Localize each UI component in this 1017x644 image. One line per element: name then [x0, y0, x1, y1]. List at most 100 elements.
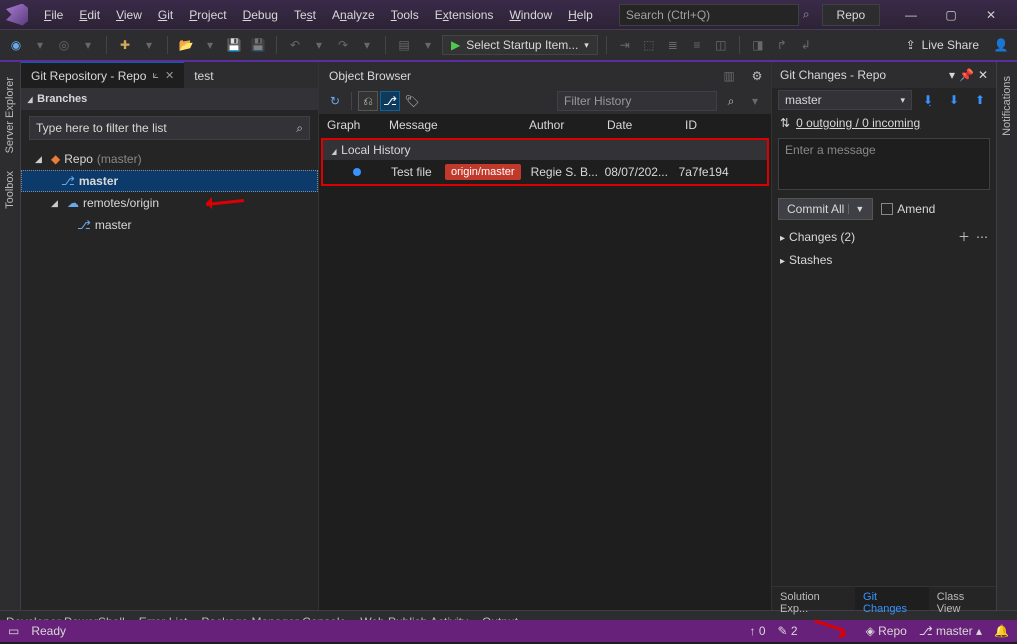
- menu-help[interactable]: Help: [560, 4, 601, 26]
- tree-node-remotes[interactable]: ◢ ☁ remotes/origin: [21, 192, 318, 214]
- tree-node-repo-root[interactable]: ◢ ◆ Repo (master): [21, 148, 318, 170]
- branch-filter-input[interactable]: Type here to filter the list ⌕: [29, 116, 310, 140]
- preview-icon[interactable]: ▥: [719, 66, 739, 86]
- feedback-icon[interactable]: 👤: [991, 35, 1011, 55]
- commit-row[interactable]: Test file origin/master Regie S. B... 08…: [323, 160, 767, 184]
- gear-icon[interactable]: ⚙: [747, 66, 767, 86]
- main-toolbar: ◉▾ ◎▾ ✚▾ 📂▾ 💾 💾 ↶▾ ↷▾ ▤ ▾ ▶ Select Start…: [0, 30, 1017, 62]
- graph-icon[interactable]: ⎌: [358, 91, 378, 111]
- maximize-button[interactable]: ▢: [931, 1, 971, 29]
- menu-edit[interactable]: Edit: [71, 4, 108, 26]
- tree-node-master[interactable]: ⎇ master: [21, 170, 318, 192]
- search-dd-icon[interactable]: ▾: [745, 91, 765, 111]
- commit-message: Test file: [391, 165, 441, 179]
- origin-badge: origin/master: [445, 164, 521, 180]
- minimize-button[interactable]: ―: [891, 1, 931, 29]
- branches-header[interactable]: Branches: [21, 88, 318, 110]
- server-explorer-tab[interactable]: Server Explorer: [1, 68, 19, 162]
- pin-icon[interactable]: ⟀: [152, 69, 159, 82]
- tab-test[interactable]: test: [184, 62, 223, 88]
- bell-icon[interactable]: 🔔: [994, 624, 1009, 638]
- more-icon[interactable]: ⋯: [976, 230, 988, 244]
- nav-back-dd[interactable]: ▾: [30, 35, 50, 55]
- amend-checkbox[interactable]: Amend: [881, 202, 935, 216]
- fetch-icon[interactable]: ⬇̣: [918, 90, 938, 110]
- open-icon[interactable]: 📂: [176, 35, 196, 55]
- pending-changes[interactable]: ✎ 2: [778, 624, 798, 638]
- pin-icon[interactable]: 📌: [959, 68, 974, 82]
- menu-window[interactable]: Window: [501, 4, 560, 26]
- branch-dropdown[interactable]: master ▾: [778, 90, 912, 110]
- new-item-icon[interactable]: ✚: [115, 35, 135, 55]
- menu-debug[interactable]: Debug: [235, 4, 286, 26]
- save-all-icon[interactable]: 💾: [248, 35, 268, 55]
- tab-solution-explorer[interactable]: Solution Exp...: [772, 587, 855, 610]
- tab-git-changes[interactable]: Git Changes: [855, 587, 929, 610]
- menu-file[interactable]: FFileile: [36, 4, 71, 26]
- stage-all-icon[interactable]: ＋: [958, 228, 970, 245]
- status-branch[interactable]: ⎇ master ▴: [919, 624, 982, 638]
- startup-selector[interactable]: ▶ Select Startup Item... ▾: [442, 35, 598, 55]
- search-input[interactable]: Search (Ctrl+Q): [619, 4, 799, 26]
- branch-graph-icon[interactable]: ⎇: [380, 91, 400, 111]
- search-icon[interactable]: ⌕: [721, 91, 741, 111]
- bookmark-icon: ◨: [748, 35, 768, 55]
- repo-icon: ◆: [51, 152, 60, 166]
- window-menu-icon[interactable]: ▾: [949, 68, 955, 82]
- branch-bar: master ▾ ⬇̣ ⬇ ⬆: [772, 88, 996, 112]
- commit-message-input[interactable]: Enter a message: [778, 138, 990, 190]
- close-button[interactable]: ✕: [971, 1, 1011, 29]
- share-icon: ⇪: [906, 38, 916, 52]
- commit-dot-icon: [353, 168, 361, 176]
- tab-object-browser[interactable]: Object Browser: [319, 62, 421, 88]
- local-history-header[interactable]: Local History: [323, 140, 767, 160]
- close-icon[interactable]: ✕: [978, 68, 988, 82]
- menu-analyze[interactable]: Analyze: [324, 4, 383, 26]
- stashes-section[interactable]: Stashes: [772, 249, 996, 271]
- annotation-arrow: [206, 198, 256, 208]
- tree-node-remote-master[interactable]: ⎇ master: [21, 214, 318, 236]
- refresh-icon[interactable]: ↻: [325, 91, 345, 111]
- chevron-down-icon[interactable]: ▼: [848, 204, 864, 214]
- menu-tools[interactable]: Tools: [383, 4, 427, 26]
- push-indicator[interactable]: ↑ 0: [749, 624, 765, 638]
- push-icon[interactable]: ⬆: [970, 90, 990, 110]
- checkbox-icon[interactable]: [881, 203, 893, 215]
- history-panel: Object Browser ▥ ⚙ ↻ ⎌ ⎇ 🏷 Filter Histor…: [319, 62, 772, 610]
- menu-test[interactable]: Test: [286, 4, 324, 26]
- branch-icon: ⎇: [77, 218, 91, 232]
- step-icon: ⇥: [615, 35, 635, 55]
- commit-all-button[interactable]: Commit All ▼: [778, 198, 873, 220]
- config-icon[interactable]: ▤: [394, 35, 414, 55]
- commit-id: 7a7fe194: [679, 165, 739, 179]
- menu-git[interactable]: Git: [150, 4, 181, 26]
- history-columns: Graph Message Author Date ID: [319, 114, 771, 136]
- menu-project[interactable]: Project: [181, 4, 234, 26]
- branch-tree: ◢ ◆ Repo (master) ⎇ master ◢ ☁ remotes/o…: [21, 146, 318, 238]
- nav-fwd-icon: ◎: [54, 35, 74, 55]
- sync-icon: ⇅: [780, 116, 790, 130]
- git-repository-panel: Git Repository - Repo ⟀ ✕ test Branches …: [21, 62, 319, 610]
- menu-extensions[interactable]: Extensions: [427, 4, 502, 26]
- save-icon[interactable]: 💾: [224, 35, 244, 55]
- toolbox-tab[interactable]: Toolbox: [1, 162, 19, 218]
- search-icon[interactable]: ⌕: [296, 121, 303, 136]
- close-icon[interactable]: ✕: [165, 69, 174, 82]
- tab-git-repository[interactable]: Git Repository - Repo ⟀ ✕: [21, 62, 184, 88]
- search-icon[interactable]: ⌕: [803, 7, 810, 22]
- notifications-tab[interactable]: Notifications: [999, 68, 1015, 144]
- status-repo[interactable]: ◈ Repo: [866, 624, 907, 638]
- status-ready: Ready: [31, 624, 66, 638]
- pull-icon[interactable]: ⬇: [944, 90, 964, 110]
- startup-label: Select Startup Item...: [466, 38, 578, 52]
- git-changes-panel: Git Changes - Repo ▾ 📌 ✕ master ▾ ⬇̣ ⬇ ⬆…: [772, 62, 996, 610]
- tab-class-view[interactable]: Class View: [929, 587, 996, 610]
- tag-icon[interactable]: 🏷: [402, 91, 422, 111]
- sync-status[interactable]: ⇅ 0 outgoing / 0 incoming: [772, 112, 996, 134]
- right-panel-tabs: Solution Exp... Git Changes Class View: [772, 586, 996, 610]
- live-share-button[interactable]: ⇪ Live Share: [898, 36, 987, 54]
- nav-back-icon[interactable]: ◉: [6, 35, 26, 55]
- menu-view[interactable]: View: [108, 4, 150, 26]
- changes-section[interactable]: Changes (2) ＋ ⋯: [772, 224, 996, 249]
- filter-history-input[interactable]: Filter History: [557, 91, 717, 111]
